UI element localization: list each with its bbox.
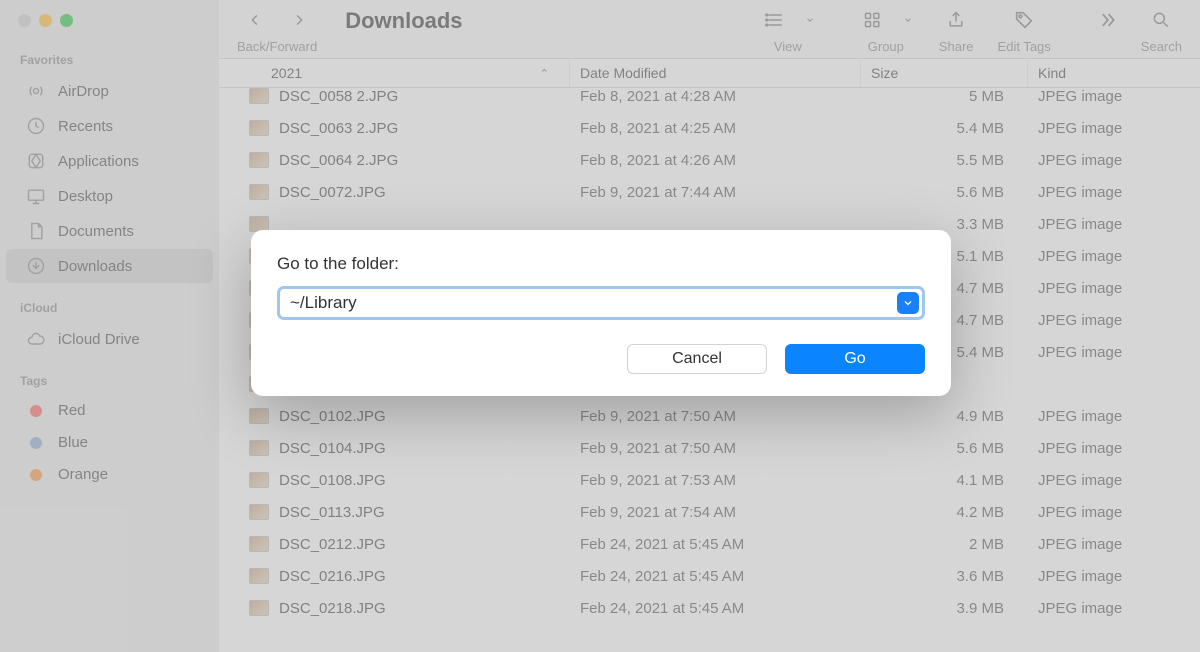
button-label: Go [844,350,865,368]
folder-path-combobox [277,286,925,320]
go-to-folder-dialog: Go to the folder: Cancel Go [251,230,951,396]
dialog-buttons: Cancel Go [277,344,925,374]
folder-path-input[interactable] [277,286,925,320]
combobox-dropdown-button[interactable] [897,292,919,314]
cancel-button[interactable]: Cancel [627,344,767,374]
dialog-label: Go to the folder: [277,254,925,274]
finder-window: Favorites AirDrop Recents Applications D… [0,0,1200,652]
go-button[interactable]: Go [785,344,925,374]
button-label: Cancel [672,350,722,368]
